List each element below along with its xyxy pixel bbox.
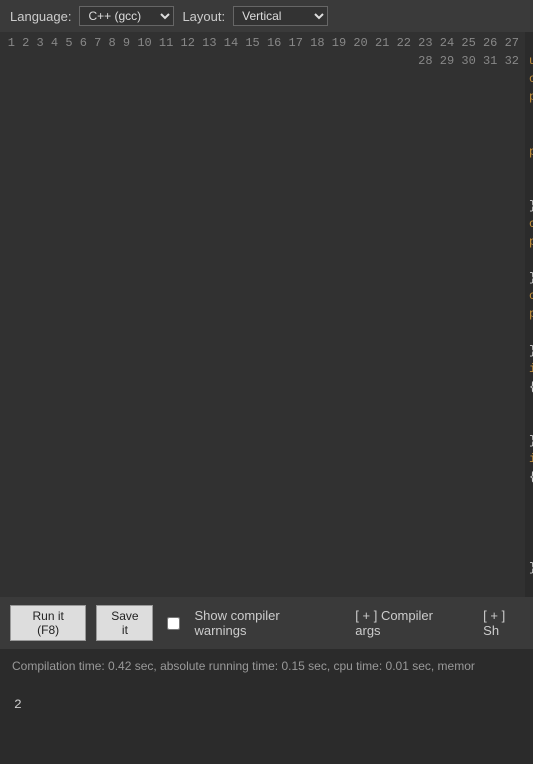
language-label: Language: — [10, 9, 71, 24]
bottom-toolbar: Run it (F8) Save it Show compiler warnin… — [0, 597, 533, 649]
show-warnings-checkbox[interactable] — [167, 617, 180, 630]
plus-icon: [ + ] — [355, 608, 377, 623]
top-toolbar: Language: C++ (gcc) Layout: Vertical — [0, 0, 533, 32]
line-gutter: 1 2 3 4 5 6 7 8 9 10 11 12 13 14 15 16 1… — [0, 32, 525, 597]
program-output: 2 — [0, 683, 533, 726]
show-warnings-label: Show compiler warnings — [194, 608, 329, 638]
show-input-label: Sh — [483, 623, 499, 638]
language-select[interactable]: C++ (gcc) — [79, 6, 174, 26]
save-button[interactable]: Save it — [96, 605, 153, 641]
run-button[interactable]: Run it (F8) — [10, 605, 86, 641]
compiler-args-toggle[interactable]: [ + ] Compiler args — [355, 608, 457, 638]
plus-icon: [ + ] — [483, 608, 505, 623]
layout-label: Layout: — [182, 9, 225, 24]
show-input-toggle[interactable]: [ + ] Sh — [483, 608, 523, 638]
status-bar: Compilation time: 0.42 sec, absolute run… — [0, 649, 533, 683]
layout-select[interactable]: Vertical — [233, 6, 328, 26]
code-area[interactable]: using namespace std;class Vehicle{protec… — [525, 32, 533, 597]
code-editor[interactable]: 1 2 3 4 5 6 7 8 9 10 11 12 13 14 15 16 1… — [0, 32, 533, 597]
